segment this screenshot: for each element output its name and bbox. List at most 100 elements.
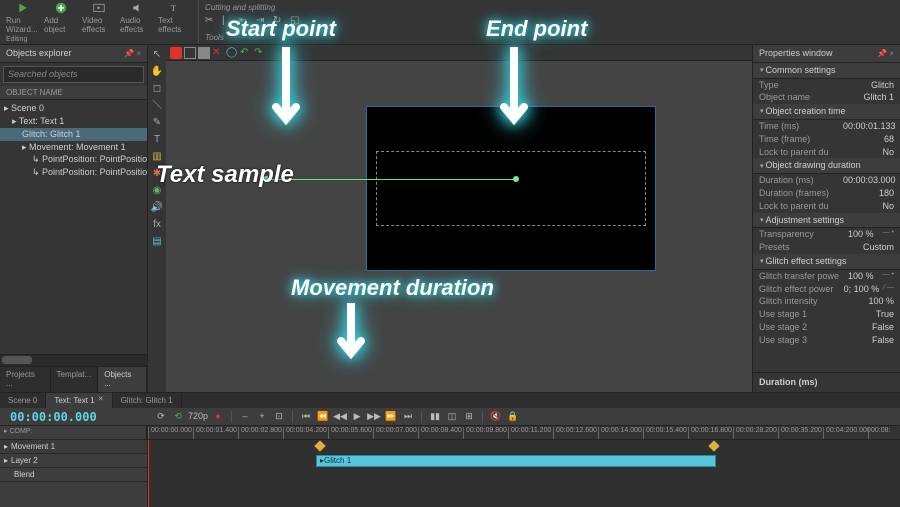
presets-value[interactable]: Custom — [863, 242, 894, 253]
time-frame-value[interactable]: 68 — [884, 134, 894, 145]
tree-glitch[interactable]: Glitch: Glitch 1 — [0, 128, 147, 141]
time-ruler[interactable]: 00:00:00.00000:00:01.40000:00:02.80000:0… — [148, 426, 900, 439]
scissors-icon[interactable]: ✂ — [205, 15, 219, 29]
end-point-handle[interactable] — [513, 176, 519, 182]
tree-pp2[interactable]: ↳ PointPosition: PointPosition 2 — [0, 153, 147, 166]
sync-icon[interactable]: ⟳ — [154, 411, 168, 423]
line-icon[interactable]: ＼ — [150, 99, 164, 113]
keyframe-start[interactable] — [314, 440, 325, 451]
trim-left-icon[interactable]: ⇤ — [239, 15, 253, 29]
track-blend[interactable]: Blend — [0, 468, 147, 482]
audio-effects-button[interactable]: Audio effects — [120, 2, 154, 35]
tab-templates[interactable]: Templat... — [51, 367, 99, 392]
pin-icon[interactable]: 📌 × — [124, 49, 141, 59]
step-fwd-icon[interactable]: ⏩ — [384, 411, 398, 423]
box1-icon[interactable] — [184, 47, 196, 59]
transparency-value[interactable]: 100 % — [848, 229, 874, 240]
tl-tab-glitch[interactable]: Glitch: Glitch 1 — [113, 393, 182, 408]
zoom-in-icon[interactable]: + — [255, 411, 269, 423]
tab-projects[interactable]: Projects ... — [0, 367, 51, 392]
glitch-intensity-value[interactable]: 100 % — [868, 296, 894, 307]
record-icon[interactable] — [170, 47, 182, 59]
use-stage3-value[interactable]: False — [872, 335, 894, 346]
redo-icon[interactable]: ↷ — [254, 47, 266, 59]
duration-ms-value[interactable]: 00:00:03.000 — [843, 175, 896, 186]
circle-icon[interactable]: ◯ — [226, 47, 238, 59]
tree-movement[interactable]: ▸ Movement: Movement 1 — [0, 141, 147, 154]
prop-name-value[interactable]: Glitch 1 — [863, 92, 894, 103]
section-common[interactable]: Common settings — [753, 63, 900, 79]
loop-icon[interactable]: ⟲ — [171, 411, 185, 423]
next-frame-icon[interactable]: ▶▶ — [367, 411, 381, 423]
pin-icon[interactable]: 📌 × — [877, 49, 894, 59]
run-wizard-button[interactable]: Run Wizard... — [6, 2, 40, 35]
pen-icon[interactable]: ✎ — [150, 116, 164, 130]
close-icon[interactable]: ✕ — [212, 47, 224, 59]
snap-icon[interactable]: ⊞ — [462, 411, 476, 423]
layers-icon[interactable]: ▤ — [150, 235, 164, 249]
track-movement[interactable]: ▸ Movement 1 — [0, 440, 147, 454]
cursor-icon[interactable]: ↖ — [150, 48, 164, 62]
time-ms-value[interactable]: 00:00:01.133 — [843, 121, 896, 132]
add-object-button[interactable]: Add object — [44, 2, 78, 35]
section-glitch[interactable]: Glitch effect settings — [753, 254, 900, 270]
close-icon[interactable]: ✕ — [98, 396, 104, 404]
split-icon[interactable]: ◫ — [445, 411, 459, 423]
trim-right-icon[interactable]: ⇥ — [256, 15, 270, 29]
zoom-fit-icon[interactable]: ⊡ — [272, 411, 286, 423]
tree-text[interactable]: ▸ Text: Text 1 — [0, 115, 147, 128]
section-drawing-duration[interactable]: Object drawing duration — [753, 158, 900, 174]
comp-label[interactable]: ▸ COMP: — [0, 426, 147, 438]
tree-pp1[interactable]: ↳ PointPosition: PointPosition 1 — [0, 166, 147, 179]
step-back-icon[interactable]: ⏪ — [316, 411, 330, 423]
duration-frames-value[interactable]: 180 — [879, 188, 894, 199]
search-input[interactable]: Searched objects — [3, 66, 144, 83]
canvas-area[interactable]: ↖ ✋ ◻ ＼ ✎ T ▥ ✱ ◉ 🔊 fx ▤ ✕ ◯ ↶ ↷ — [148, 45, 752, 392]
playhead[interactable] — [148, 440, 149, 507]
keyframe-end[interactable] — [708, 440, 719, 451]
goto-start-icon[interactable]: ⏮ — [299, 411, 313, 423]
lock2-value[interactable]: No — [882, 201, 894, 212]
tl-tab-scene[interactable]: Scene 0 — [0, 393, 46, 408]
current-time[interactable]: 00:00:00.000 — [0, 410, 148, 424]
canvas[interactable]: Text sample Start point End point Moveme… — [166, 61, 752, 392]
motion-path[interactable] — [266, 179, 516, 180]
play-icon[interactable]: ▶ — [350, 411, 364, 423]
text-tool-icon[interactable]: T — [150, 133, 164, 147]
use-stage1-value[interactable]: True — [876, 309, 894, 320]
zoom-out-icon[interactable]: – — [238, 411, 252, 423]
selection-box[interactable] — [376, 151, 646, 226]
goto-end-icon[interactable]: ⏭ — [401, 411, 415, 423]
text-effects-button[interactable]: T Text effects — [158, 2, 192, 35]
object-tree[interactable]: ▸ Scene 0 ▸ Text: Text 1 Glitch: Glitch … — [0, 100, 147, 354]
mute-icon[interactable]: 🔇 — [489, 411, 503, 423]
video-effects-button[interactable]: Video effects — [82, 2, 116, 35]
clip-glitch[interactable]: ▸ Glitch 1 — [316, 455, 716, 467]
section-creation-time[interactable]: Object creation time — [753, 104, 900, 120]
h-scrollbar[interactable] — [0, 354, 147, 366]
track-layer2[interactable]: ▸ Layer 2 — [0, 454, 147, 468]
shape-icon[interactable]: ◻ — [150, 82, 164, 96]
tab-objects[interactable]: Objects ... — [98, 367, 147, 392]
hand-icon[interactable]: ✋ — [150, 65, 164, 79]
lock-icon[interactable]: 🔒 — [506, 411, 520, 423]
section-adjustment[interactable]: Adjustment settings — [753, 213, 900, 229]
glitch-transfer-value[interactable]: 100 % — [848, 271, 874, 282]
box2-icon[interactable] — [198, 47, 210, 59]
res-label[interactable]: 720p — [188, 411, 208, 423]
crop-icon[interactable]: ◱ — [290, 15, 304, 29]
lock1-value[interactable]: No — [882, 147, 894, 158]
glitch-effect-value[interactable]: 0; 100 % — [844, 284, 880, 295]
use-stage2-value[interactable]: False — [872, 322, 894, 333]
marker-icon[interactable]: ▮▮ — [428, 411, 442, 423]
text-sample[interactable]: Text sample — [156, 161, 294, 189]
tl-tab-text[interactable]: Text: Text 1✕ — [46, 393, 112, 408]
prev-frame-icon[interactable]: ◀◀ — [333, 411, 347, 423]
undo-icon[interactable]: ↶ — [240, 47, 252, 59]
rec-icon[interactable]: ● — [211, 411, 225, 423]
tracks-area[interactable]: ▸ Glitch 1 — [148, 440, 900, 507]
fx-icon[interactable]: fx — [150, 218, 164, 232]
rotate-icon[interactable]: ↻ — [273, 15, 287, 29]
tree-scene[interactable]: ▸ Scene 0 — [0, 102, 147, 115]
volume-icon[interactable]: 🔊 — [150, 201, 164, 215]
